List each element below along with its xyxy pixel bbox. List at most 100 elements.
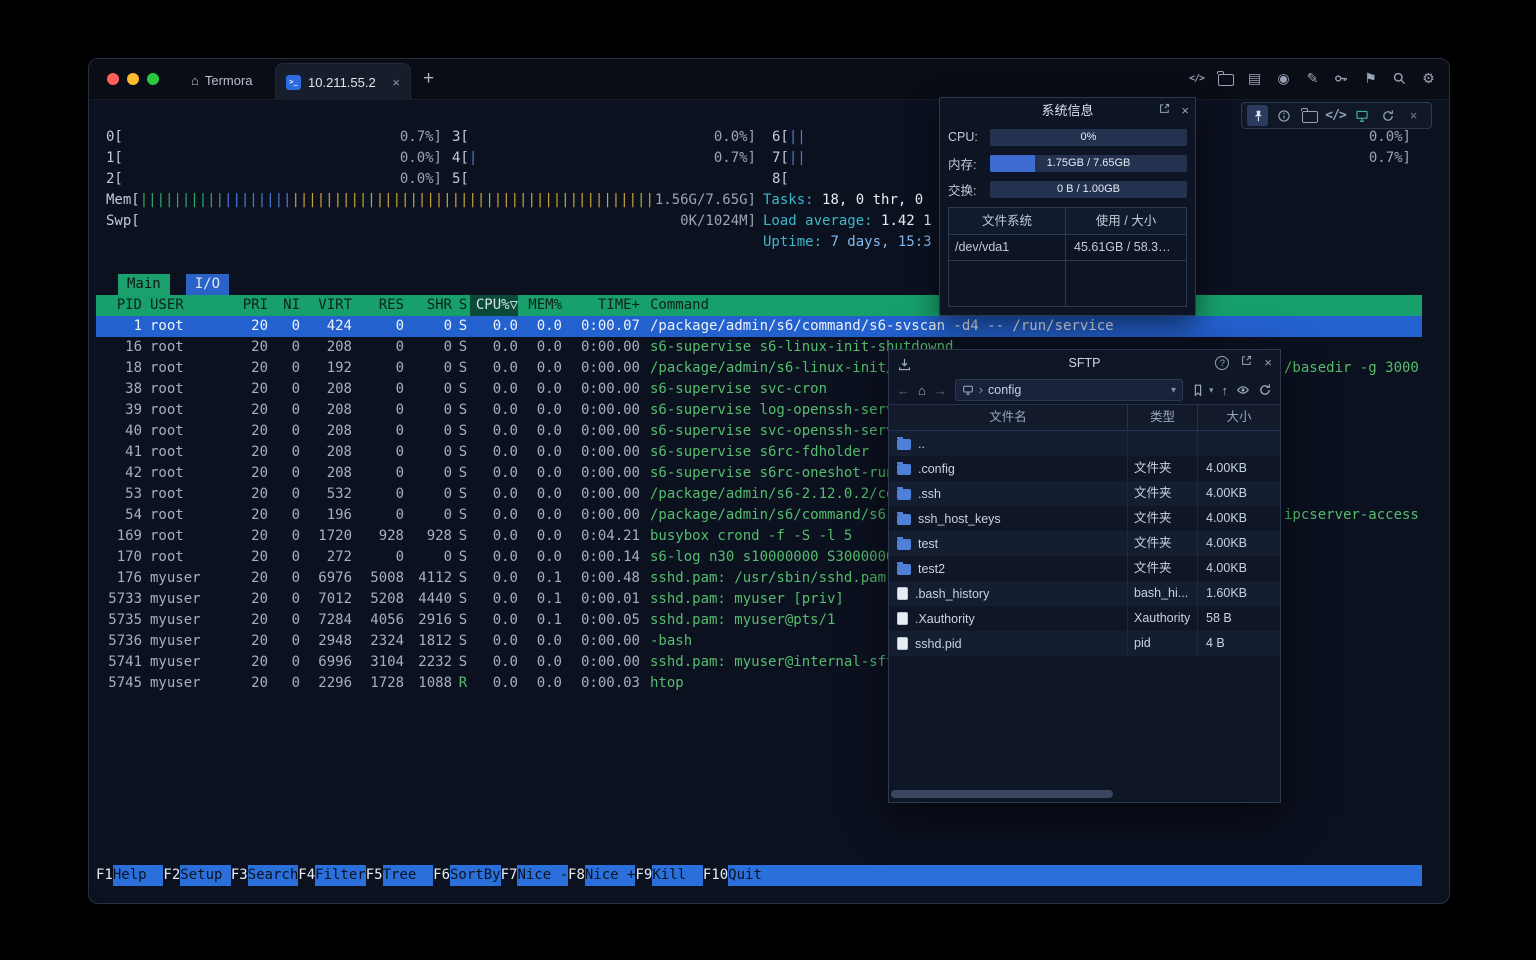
pin-icon[interactable] (1247, 105, 1268, 126)
screen-tab-main[interactable]: Main (118, 274, 170, 295)
column-header-type[interactable]: 类型 (1127, 405, 1197, 430)
chevron-down-icon[interactable]: ▾ (1171, 385, 1176, 396)
fkey-button[interactable]: Tree (383, 865, 434, 886)
process-row[interactable]: 1root20042400S0.00.00:00.07/package/admi… (96, 316, 1422, 337)
settings-gear-icon[interactable]: ⚙ (1420, 70, 1437, 87)
column-header-user[interactable]: USER (150, 295, 242, 316)
htop-stats: Tasks: 18, 0 thr, 0 Load average: 1.42 1… (763, 190, 932, 253)
file-row[interactable]: ssh_host_keys 文件夹4.00KB (889, 506, 1280, 531)
edit-icon[interactable]: ✎ (1304, 70, 1321, 87)
column-header-virt[interactable]: VIRT (300, 295, 352, 316)
info-icon[interactable] (1273, 105, 1294, 126)
file-name: ssh_host_keys (918, 512, 1001, 526)
column-header-time[interactable]: TIME+ (562, 295, 640, 316)
file-row[interactable]: .ssh文件夹4.00KB (889, 481, 1280, 506)
column-header-res[interactable]: RES (352, 295, 404, 316)
file-name-cell: test (889, 537, 1127, 551)
record-icon[interactable]: ◉ (1275, 70, 1292, 87)
sftp-titlebar[interactable]: SFTP ? × (889, 350, 1280, 376)
folder-icon[interactable] (1217, 70, 1234, 87)
tab-termora-home[interactable]: ⌂ Termora (181, 67, 263, 93)
column-header-ni[interactable]: NI (268, 295, 300, 316)
up-directory-icon[interactable]: ↑ (1222, 383, 1229, 398)
fkey-button[interactable]: Nice - (517, 865, 568, 886)
file-row[interactable]: .XauthorityXauthority58 B (889, 606, 1280, 631)
tab-label: Termora (205, 73, 253, 88)
close-window-button[interactable] (107, 73, 119, 85)
column-header-cpu-sorted[interactable]: CPU%▽ (470, 295, 518, 316)
file-name-cell: .config (889, 462, 1127, 476)
fkey-button[interactable]: Setup (180, 865, 231, 886)
file-row[interactable]: test2文件夹4.00KB (889, 556, 1280, 581)
fkey-number: F4 (298, 865, 315, 886)
bookmark-icon[interactable] (1191, 383, 1205, 397)
tab-session[interactable]: 10.211.55.2 × (275, 63, 411, 100)
file-row[interactable]: .. (889, 431, 1280, 456)
forward-icon[interactable]: → (934, 383, 947, 398)
sftp-table-header[interactable]: 文件名 类型 大小 (889, 404, 1280, 431)
code-icon[interactable]: </> (1325, 105, 1346, 126)
download-icon[interactable] (897, 355, 912, 381)
chevron-down-icon[interactable]: ▾ (1209, 385, 1214, 396)
flag-icon[interactable]: ⚑ (1362, 70, 1379, 87)
close-icon[interactable]: × (1181, 98, 1189, 124)
file-row[interactable]: .bash_historybash_hi...1.60KB (889, 581, 1280, 606)
column-header-size[interactable]: 大小 (1197, 405, 1280, 430)
column-header-mem[interactable]: MEM% (518, 295, 562, 316)
fkey-button[interactable]: Filter (315, 865, 366, 886)
path-breadcrumb[interactable]: › config ▾ (955, 379, 1183, 401)
close-icon[interactable]: × (1264, 350, 1272, 376)
refresh-icon[interactable] (1377, 105, 1398, 126)
file-row[interactable]: test文件夹4.00KB (889, 531, 1280, 556)
cpu-meter: 1[0.0%] (106, 148, 442, 169)
fkey-button[interactable]: Search (248, 865, 299, 886)
popout-icon[interactable] (1240, 350, 1253, 376)
folder-icon[interactable] (1299, 105, 1320, 126)
file-name-cell: .bash_history (889, 587, 1127, 601)
disk-column-usage: 使用 / 大小 (1066, 208, 1186, 234)
terminal-monitor-icon[interactable] (1351, 105, 1372, 126)
stat-line: Tasks: 18, 0 thr, 0 (763, 190, 932, 211)
column-header-pid[interactable]: PID (96, 295, 142, 316)
home-icon[interactable]: ⌂ (918, 383, 926, 398)
file-name: .config (918, 462, 955, 476)
file-size: 1.60KB (1197, 581, 1280, 606)
key-icon[interactable] (1333, 70, 1350, 87)
minimize-window-button[interactable] (127, 73, 139, 85)
process-table-header[interactable]: PID USER PRI NI VIRT RES SHR S CPU%▽ MEM… (96, 295, 1422, 316)
file-size: 4.00KB (1197, 481, 1280, 506)
cpu-meter: 5[ (452, 169, 756, 190)
column-header-state[interactable]: S (456, 295, 470, 316)
horizontal-scrollbar[interactable] (891, 790, 1113, 798)
back-icon[interactable]: ← (897, 383, 910, 398)
file-row[interactable]: .config文件夹4.00KB (889, 456, 1280, 481)
code-snippets-icon[interactable]: </> (1188, 70, 1205, 87)
fkey-button[interactable]: Quit (728, 865, 779, 886)
help-icon[interactable]: ? (1215, 356, 1229, 370)
file-type: 文件夹 (1127, 556, 1197, 581)
fkey-button[interactable]: SortBy (450, 865, 501, 886)
file-row[interactable]: sshd.pidpid4 B (889, 631, 1280, 656)
popout-icon[interactable] (1158, 98, 1171, 124)
column-header-shr[interactable]: SHR (404, 295, 452, 316)
log-icon[interactable]: ▤ (1246, 70, 1263, 87)
fkey-button[interactable]: Nice + (585, 865, 636, 886)
new-tab-button[interactable]: + (423, 67, 434, 91)
screen-tab-i/o[interactable]: I/O (186, 274, 229, 295)
cpu-meter: 3[0.0%] (452, 127, 756, 148)
close-tab-icon[interactable]: × (392, 75, 400, 90)
current-path: config (988, 383, 1021, 397)
cpu-meter: 0[0.7%] (106, 127, 442, 148)
refresh-icon[interactable] (1258, 383, 1272, 397)
show-hidden-eye-icon[interactable] (1236, 383, 1250, 397)
fkey-button[interactable]: Help (113, 865, 164, 886)
search-icon[interactable] (1391, 70, 1408, 87)
zoom-window-button[interactable] (147, 73, 159, 85)
fkey-button[interactable]: Kill (652, 865, 703, 886)
column-header-filename[interactable]: 文件名 (889, 405, 1127, 430)
column-header-pri[interactable]: PRI (242, 295, 268, 316)
file-size: 4.00KB (1197, 506, 1280, 531)
stat-line: Load average: 1.42 1 (763, 211, 932, 232)
file-type: 文件夹 (1127, 506, 1197, 531)
close-icon[interactable]: × (1403, 105, 1424, 126)
